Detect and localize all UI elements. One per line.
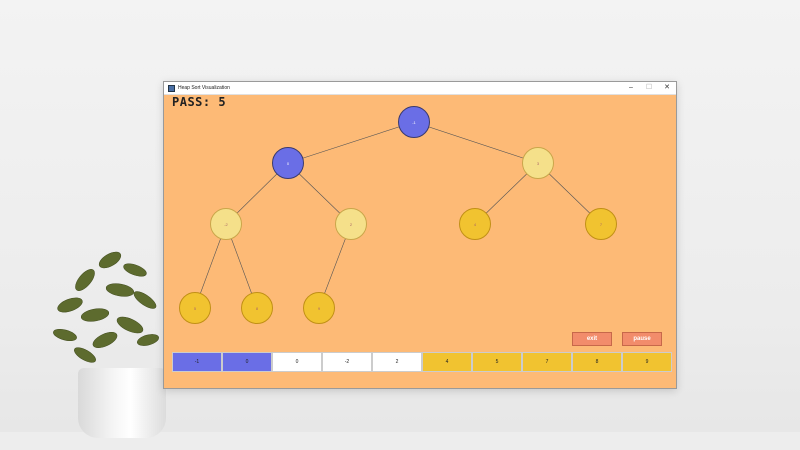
array-cell-9: 9	[622, 352, 672, 372]
array-cell-5: 4	[422, 352, 472, 372]
array-cell-3: -2	[322, 352, 372, 372]
close-button[interactable]: ✕	[658, 82, 676, 94]
tree-node-1: 0	[272, 147, 304, 179]
tree-node-9: 9	[303, 292, 335, 324]
edge-0-2	[413, 121, 539, 164]
maximize-button[interactable]: ☐	[640, 82, 658, 94]
array-cell-8: 8	[572, 352, 622, 372]
tree-node-3: -2	[210, 208, 242, 240]
tree-node-6: 7	[585, 208, 617, 240]
array-cell-0: -1	[172, 352, 222, 372]
tree-node-0: -1	[398, 106, 430, 138]
app-icon	[168, 84, 175, 92]
tree-node-7: 5	[179, 292, 211, 324]
array-cell-2: 0	[272, 352, 322, 372]
edge-0-1	[287, 121, 415, 164]
minimize-button[interactable]: –	[622, 82, 640, 94]
exit-button[interactable]: exit	[572, 332, 612, 346]
array-cell-1: 0	[222, 352, 272, 372]
tree-node-4: 2	[335, 208, 367, 240]
array-cell-6: 5	[472, 352, 522, 372]
window-title: Heap Sort Visualization	[178, 85, 230, 91]
array-bar: -1 0 0 -2 2 4 5 7 8 9	[172, 352, 672, 372]
plant-decoration	[53, 251, 159, 363]
tree-node-8: 8	[241, 292, 273, 324]
visualization-canvas: PASS: 5 -1 0 3 -2 2 4 7 5 8 9 exit pause	[164, 94, 676, 388]
array-cell-4: 2	[372, 352, 422, 372]
tree-node-2: 3	[522, 147, 554, 179]
pause-button[interactable]: pause	[622, 332, 662, 346]
array-cell-7: 7	[522, 352, 572, 372]
tree-node-5: 4	[459, 208, 491, 240]
plant-pot	[78, 368, 166, 438]
app-window: Heap Sort Visualization – ☐ ✕ PASS: 5 -1…	[163, 81, 677, 389]
